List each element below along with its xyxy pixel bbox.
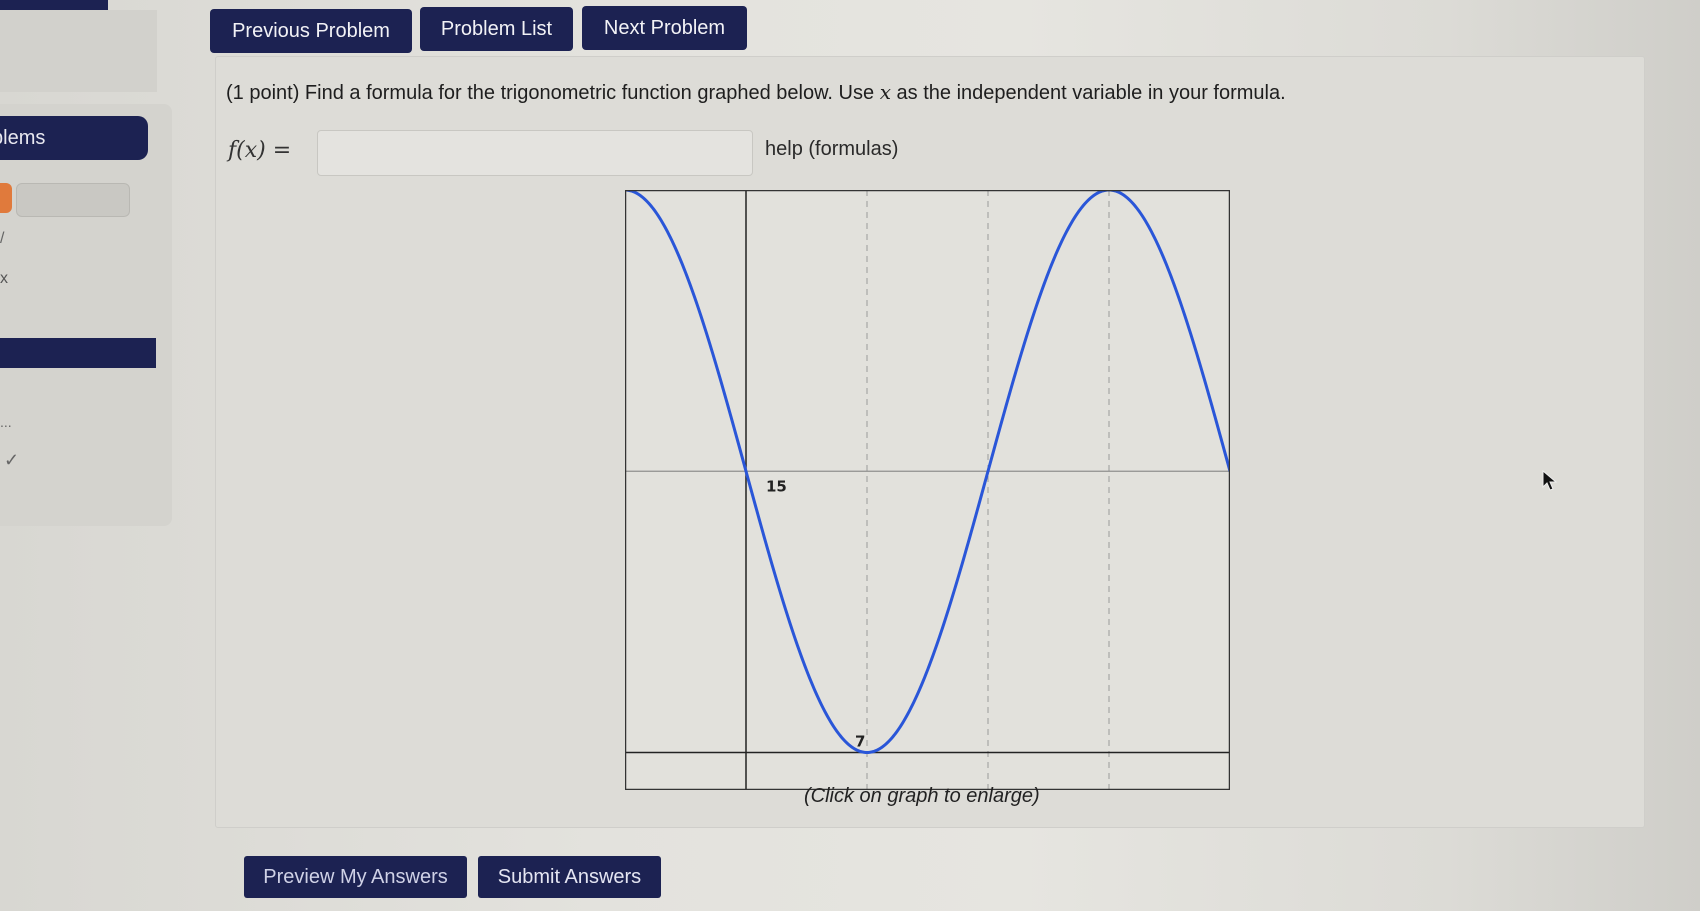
problem-suffix: as the independent variable in your form… [896,82,1286,104]
graph-x-label: 7 [855,733,865,751]
equals-sign: = [272,138,292,163]
previous-problem-button[interactable]: Previous Problem [210,9,412,53]
preview-answers-button[interactable]: Preview My Answers [244,856,467,898]
graph-value-label: 15 [766,477,787,495]
variable-x: x [879,80,891,104]
sidebar-more: ... [0,414,12,430]
sidebar-status-indicator [0,183,12,213]
sidebar-panel [0,10,157,92]
sidebar-problems-button[interactable]: blems [0,116,148,160]
problem-list-button[interactable]: Problem List [420,7,573,51]
sidebar-active-item[interactable] [0,338,156,368]
sidebar-problems-panel [0,104,172,526]
function-graph[interactable]: 15 7 [625,190,1230,790]
formula-answer-input[interactable] [317,130,753,176]
help-formulas-link[interactable]: help (formulas) [765,138,898,161]
sidebar-mark: / [0,230,5,247]
sidebar-check-icon: ✓ [4,450,20,470]
sidebar-field[interactable] [16,183,130,217]
graph-caption[interactable]: (Click on graph to enlarge) [804,785,1040,808]
mouse-cursor-icon [1542,470,1558,491]
function-label: f(x) = [228,138,291,163]
function-name: f(x) [228,138,266,163]
next-problem-button[interactable]: Next Problem [582,6,747,50]
graph-background [625,190,1230,790]
sidebar-mark: x [0,270,8,287]
problem-statement: (1 point) Find a formula for the trigono… [226,80,1286,105]
problem-prefix: (1 point) Find a formula for the trigono… [226,82,875,104]
submit-answers-button[interactable]: Submit Answers [478,856,661,898]
